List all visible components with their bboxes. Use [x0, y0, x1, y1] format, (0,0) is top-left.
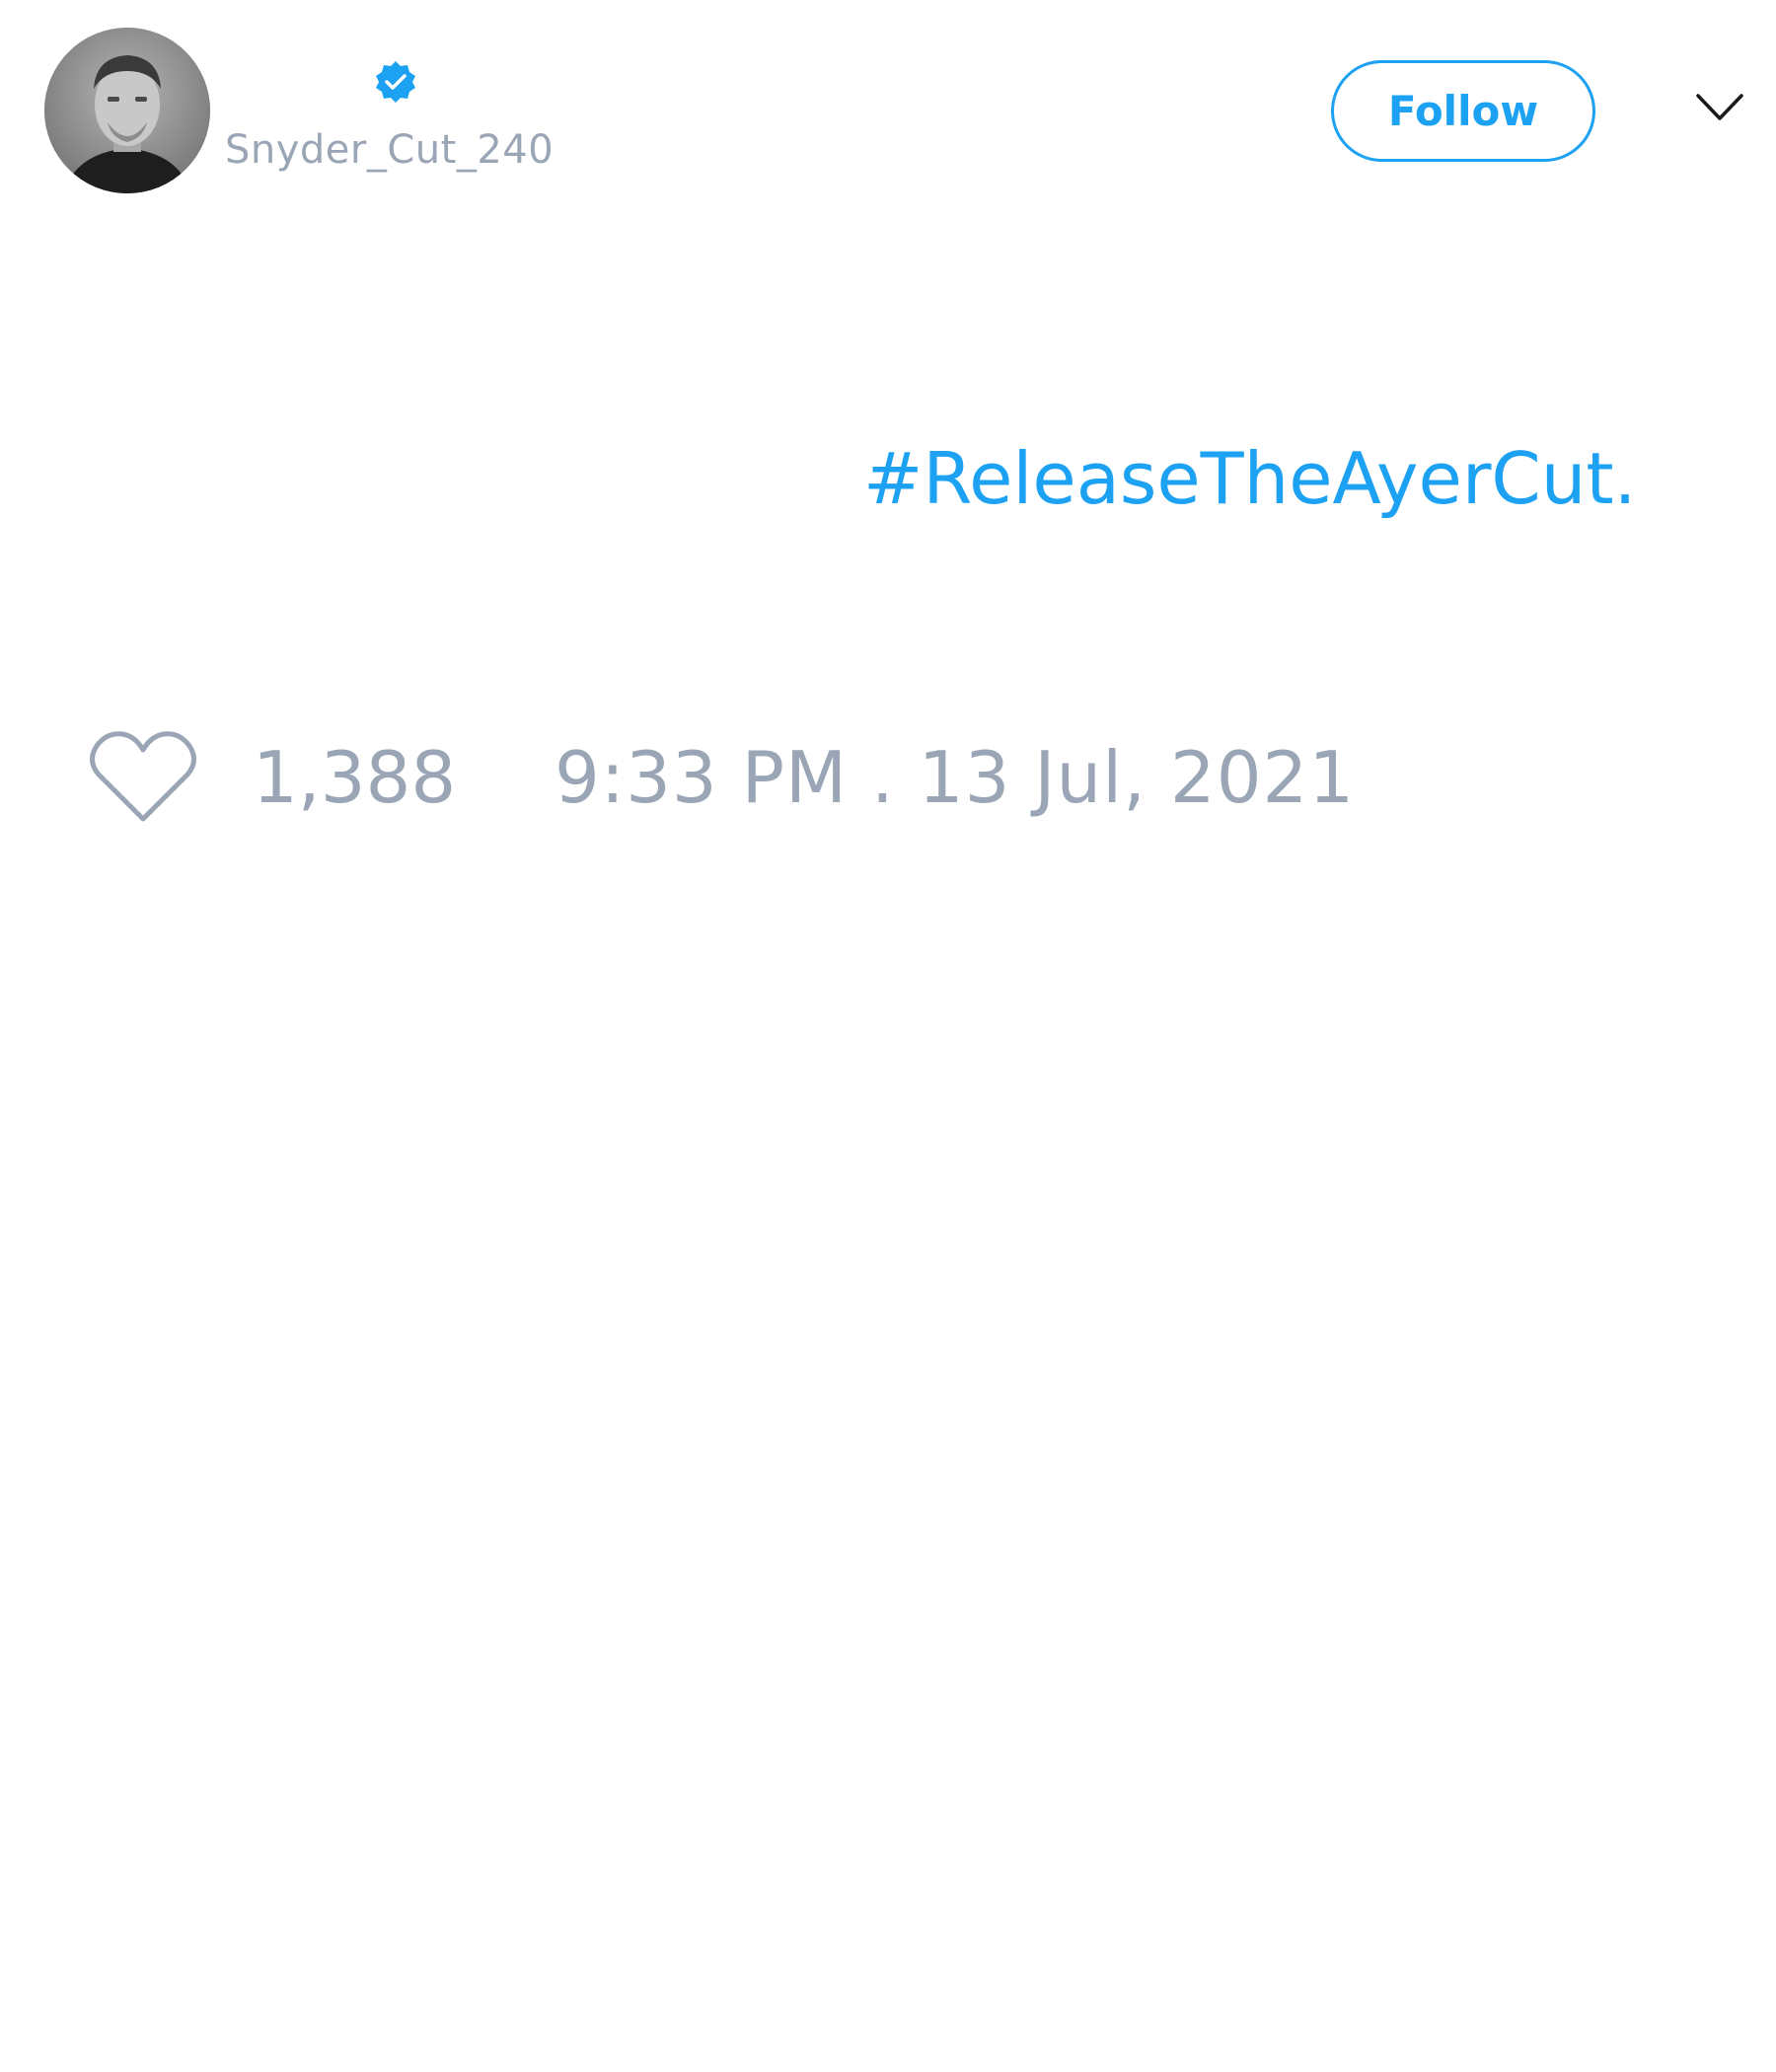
avatar[interactable] — [44, 28, 210, 193]
like-count: 1,388 — [253, 736, 457, 819]
chevron-down-icon[interactable] — [1695, 91, 1744, 124]
tweet-card: Snyder_Cut_240 Follow #ReleaseTheAyerCut… — [0, 0, 1776, 2072]
tweet-timestamp[interactable]: 9:33 PM . 13 Jul, 2021 — [555, 736, 1355, 819]
tweet-footer: 1,388 9:33 PM . 13 Jul, 2021 — [0, 728, 1776, 827]
user-handle[interactable]: Snyder_Cut_240 — [225, 125, 554, 175]
follow-button[interactable]: Follow — [1331, 60, 1595, 162]
avatar-photo — [44, 28, 210, 193]
heart-icon[interactable] — [89, 728, 197, 825]
hashtag-link[interactable]: #ReleaseTheAyerCut. — [863, 434, 1636, 523]
verified-badge-icon — [373, 59, 418, 105]
